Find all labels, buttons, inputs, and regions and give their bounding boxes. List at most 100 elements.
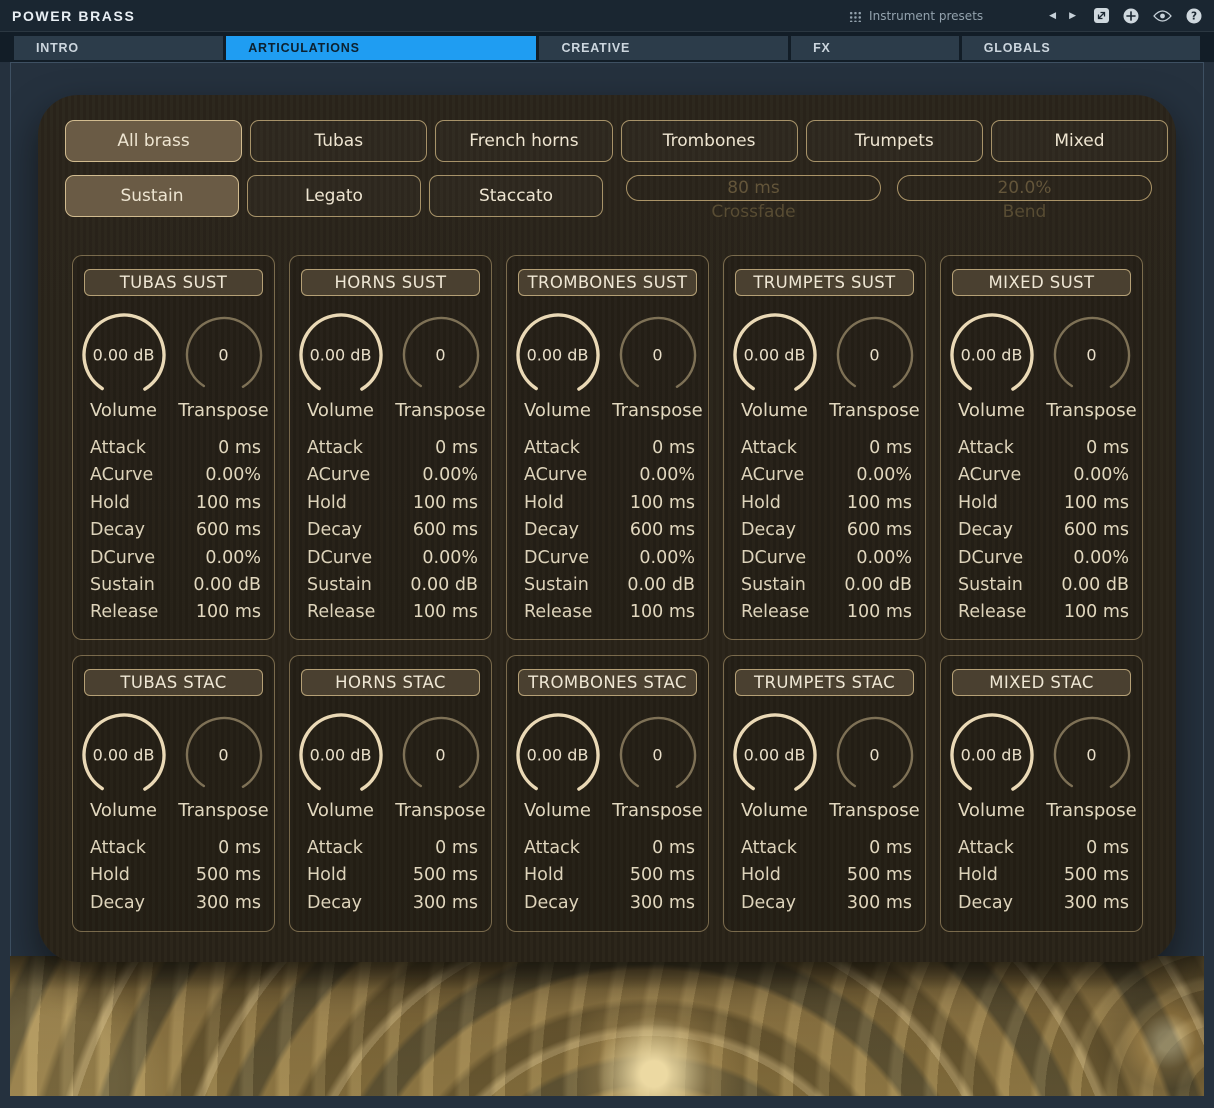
- volume-knob[interactable]: 0.00 dB Volume: [945, 311, 1039, 421]
- volume-knob[interactable]: 0.00 dB Volume: [294, 711, 388, 821]
- bend-value[interactable]: 20.0%: [897, 175, 1152, 201]
- param-value[interactable]: 100 ms: [413, 490, 478, 517]
- instrument-presets-button[interactable]: Instrument presets: [849, 9, 983, 23]
- param-value[interactable]: 100 ms: [1064, 490, 1129, 517]
- param-value[interactable]: 0.00 dB: [844, 572, 912, 599]
- section-button-mixed[interactable]: Mixed: [991, 120, 1168, 162]
- param-value[interactable]: 0.00%: [1073, 462, 1129, 489]
- param-value[interactable]: 600 ms: [630, 517, 695, 544]
- section-button-all-brass[interactable]: All brass: [65, 120, 242, 162]
- tab-articulations[interactable]: ARTICULATIONS: [226, 36, 536, 60]
- resize-icon[interactable]: [1094, 8, 1109, 23]
- volume-knob[interactable]: 0.00 dB Volume: [511, 311, 605, 421]
- param-value[interactable]: 0.00%: [639, 545, 695, 572]
- crossfade-value[interactable]: 80 ms: [626, 175, 881, 201]
- param-value[interactable]: 0.00%: [205, 545, 261, 572]
- param-value[interactable]: 100 ms: [847, 490, 912, 517]
- transpose-knob[interactable]: 0 Transpose: [177, 311, 271, 421]
- param-value[interactable]: 0 ms: [435, 435, 478, 462]
- volume-knob[interactable]: 0.00 dB Volume: [945, 711, 1039, 821]
- transpose-knob[interactable]: 0 Transpose: [828, 711, 922, 821]
- param-value[interactable]: 300 ms: [847, 890, 912, 917]
- next-preset-button[interactable]: ▶: [1069, 11, 1076, 21]
- section-button-trumpets[interactable]: Trumpets: [806, 120, 983, 162]
- volume-knob[interactable]: 0.00 dB Volume: [728, 711, 822, 821]
- param-value[interactable]: 0.00%: [205, 462, 261, 489]
- param-value[interactable]: 600 ms: [847, 517, 912, 544]
- volume-knob[interactable]: 0.00 dB Volume: [77, 311, 171, 421]
- param-value[interactable]: 0 ms: [1086, 835, 1129, 862]
- param-value[interactable]: 100 ms: [630, 490, 695, 517]
- param-row-decay: Decay300 ms: [958, 890, 1129, 917]
- param-value[interactable]: 100 ms: [1064, 599, 1129, 626]
- tab-fx[interactable]: FX: [791, 36, 959, 60]
- param-value[interactable]: 500 ms: [1064, 862, 1129, 889]
- param-value[interactable]: 300 ms: [196, 890, 261, 917]
- param-value[interactable]: 0 ms: [218, 435, 261, 462]
- help-icon[interactable]: ?: [1186, 8, 1202, 24]
- param-value[interactable]: 300 ms: [413, 890, 478, 917]
- param-value[interactable]: 0.00%: [639, 462, 695, 489]
- param-row-attack: Attack0 ms: [741, 435, 912, 462]
- param-value[interactable]: 600 ms: [413, 517, 478, 544]
- param-value[interactable]: 0.00 dB: [627, 572, 695, 599]
- param-value[interactable]: 0.00 dB: [1061, 572, 1129, 599]
- volume-knob[interactable]: 0.00 dB Volume: [511, 711, 605, 821]
- tab-creative[interactable]: CREATIVE: [539, 36, 788, 60]
- tab-intro[interactable]: INTRO: [14, 36, 223, 60]
- param-value[interactable]: 0 ms: [1086, 435, 1129, 462]
- param-value[interactable]: 500 ms: [413, 862, 478, 889]
- transpose-knob[interactable]: 0 Transpose: [1045, 311, 1139, 421]
- param-value[interactable]: 300 ms: [630, 890, 695, 917]
- param-value[interactable]: 500 ms: [847, 862, 912, 889]
- param-value[interactable]: 100 ms: [847, 599, 912, 626]
- volume-knob[interactable]: 0.00 dB Volume: [728, 311, 822, 421]
- articulation-button-legato[interactable]: Legato: [247, 175, 421, 217]
- param-value[interactable]: 600 ms: [1064, 517, 1129, 544]
- card-title: TROMBONES SUST: [518, 269, 697, 296]
- param-value[interactable]: 500 ms: [196, 862, 261, 889]
- transpose-knob[interactable]: 0 Transpose: [177, 711, 271, 821]
- param-value[interactable]: 500 ms: [630, 862, 695, 889]
- volume-knob[interactable]: 0.00 dB Volume: [77, 711, 171, 821]
- add-icon[interactable]: [1123, 8, 1139, 24]
- param-value[interactable]: 0.00%: [422, 462, 478, 489]
- param-value[interactable]: 100 ms: [196, 490, 261, 517]
- param-name: Hold: [90, 490, 130, 517]
- articulation-button-staccato[interactable]: Staccato: [429, 175, 603, 217]
- articulation-button-sustain[interactable]: Sustain: [65, 175, 239, 217]
- param-value[interactable]: 0 ms: [869, 835, 912, 862]
- prev-preset-button[interactable]: ◀: [1049, 11, 1056, 21]
- param-value[interactable]: 100 ms: [630, 599, 695, 626]
- param-value[interactable]: 300 ms: [1064, 890, 1129, 917]
- param-value[interactable]: 0.00%: [1073, 545, 1129, 572]
- section-button-tubas[interactable]: Tubas: [250, 120, 427, 162]
- transpose-knob[interactable]: 0 Transpose: [1045, 711, 1139, 821]
- param-value[interactable]: 0.00 dB: [193, 572, 261, 599]
- param-value[interactable]: 0.00 dB: [410, 572, 478, 599]
- param-value[interactable]: 0.00%: [856, 462, 912, 489]
- transpose-knob[interactable]: 0 Transpose: [394, 711, 488, 821]
- tab-globals[interactable]: GLOBALS: [962, 36, 1200, 60]
- transpose-knob[interactable]: 0 Transpose: [611, 711, 705, 821]
- transpose-knob[interactable]: 0 Transpose: [394, 311, 488, 421]
- section-button-trombones[interactable]: Trombones: [621, 120, 798, 162]
- param-value[interactable]: 0 ms: [652, 835, 695, 862]
- param-value[interactable]: 600 ms: [196, 517, 261, 544]
- param-value[interactable]: 0.00%: [856, 545, 912, 572]
- section-button-french-horns[interactable]: French horns: [435, 120, 612, 162]
- card-title: TRUMPETS SUST: [735, 269, 914, 296]
- param-value[interactable]: 0.00%: [422, 545, 478, 572]
- volume-knob[interactable]: 0.00 dB Volume: [294, 311, 388, 421]
- param-value[interactable]: 100 ms: [196, 599, 261, 626]
- card-title: TUBAS STAC: [84, 669, 263, 696]
- transpose-knob[interactable]: 0 Transpose: [611, 311, 705, 421]
- param-value[interactable]: 0 ms: [218, 835, 261, 862]
- transpose-knob[interactable]: 0 Transpose: [828, 311, 922, 421]
- param-value[interactable]: 0 ms: [652, 435, 695, 462]
- param-name: Attack: [307, 835, 363, 862]
- param-value[interactable]: 0 ms: [435, 835, 478, 862]
- param-value[interactable]: 0 ms: [869, 435, 912, 462]
- eye-icon[interactable]: [1153, 10, 1172, 22]
- param-value[interactable]: 100 ms: [413, 599, 478, 626]
